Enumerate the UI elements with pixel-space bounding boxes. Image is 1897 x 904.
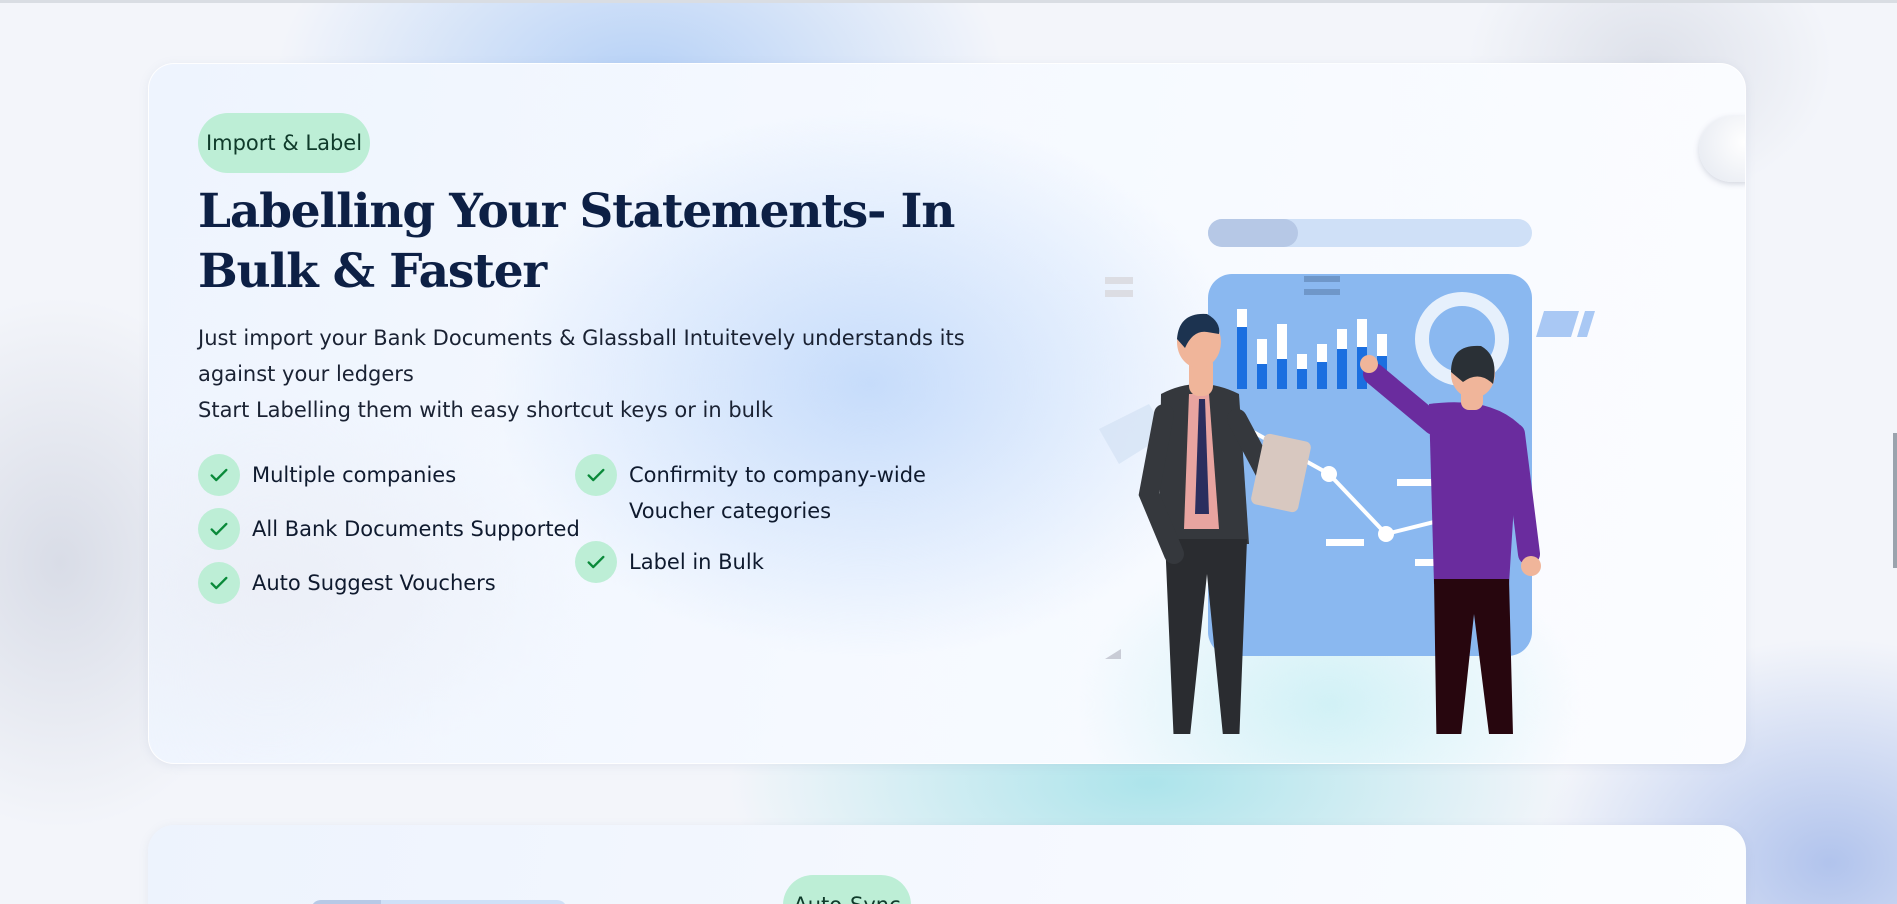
- feature-card-auto-sync: Auto-Sync: [148, 825, 1746, 904]
- description-line-2: Start Labelling them with easy shortcut …: [198, 398, 773, 422]
- feature-item: Auto Suggest Vouchers: [198, 562, 580, 604]
- check-icon: [198, 508, 240, 550]
- feature-item: All Bank Documents Supported: [198, 508, 580, 550]
- section-description: Just import your Bank Documents & Glassb…: [198, 320, 998, 428]
- deco-lines: [1105, 290, 1133, 297]
- feature-list-right: Confirmity to company-wide Voucher categ…: [575, 454, 939, 595]
- feature-list-left: Multiple companies All Bank Documents Su…: [198, 454, 580, 616]
- feature-item: Confirmity to company-wide Voucher categ…: [575, 454, 939, 529]
- check-icon: [575, 541, 617, 583]
- business-analytics-illustration: [1099, 219, 1595, 734]
- illustration-top-bar-fill: [1208, 219, 1298, 247]
- feature-item: Multiple companies: [198, 454, 580, 496]
- feature-item: Label in Bulk: [575, 541, 939, 583]
- board-menu: [1304, 276, 1340, 282]
- description-line-1: Just import your Bank Documents & Glassb…: [198, 326, 965, 386]
- deco-triangle: [1105, 649, 1121, 659]
- feature-label: Label in Bulk: [629, 550, 764, 574]
- deco-parallelogram: [1536, 311, 1579, 337]
- deco-parallelogram: [1577, 311, 1595, 337]
- feature-label: Auto Suggest Vouchers: [252, 571, 496, 595]
- feature-label: Multiple companies: [252, 463, 457, 487]
- page-scrollbar-thumb[interactable]: [1893, 433, 1897, 568]
- feature-label: Confirmity to company-wide Voucher categ…: [629, 463, 926, 523]
- check-icon: [575, 454, 617, 496]
- section-tag: Auto-Sync: [783, 875, 911, 904]
- deco-lines: [1105, 277, 1133, 284]
- check-icon: [198, 454, 240, 496]
- board-menu: [1304, 289, 1340, 295]
- section-tag: Import & Label: [198, 113, 370, 173]
- check-icon: [198, 562, 240, 604]
- section-heading: Labelling Your Statements- In Bulk & Fas…: [198, 184, 955, 299]
- feature-label: All Bank Documents Supported: [252, 517, 580, 541]
- feature-card-import-label: Import & Label Labelling Your Statements…: [148, 63, 1746, 764]
- decorative-orb: [1699, 116, 1745, 182]
- illustration-top-bar: [311, 900, 567, 904]
